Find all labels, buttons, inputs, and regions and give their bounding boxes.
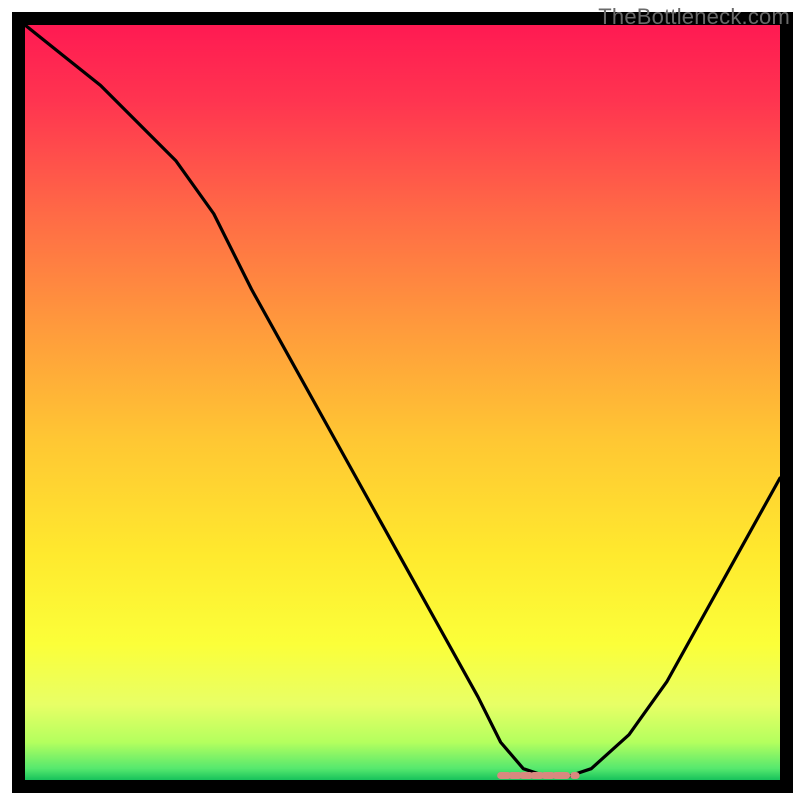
- bottleneck-chart: [0, 0, 800, 800]
- chart-container: TheBottleneck.com: [0, 0, 800, 800]
- watermark-text: TheBottleneck.com: [598, 4, 790, 30]
- gradient-background: [25, 25, 780, 780]
